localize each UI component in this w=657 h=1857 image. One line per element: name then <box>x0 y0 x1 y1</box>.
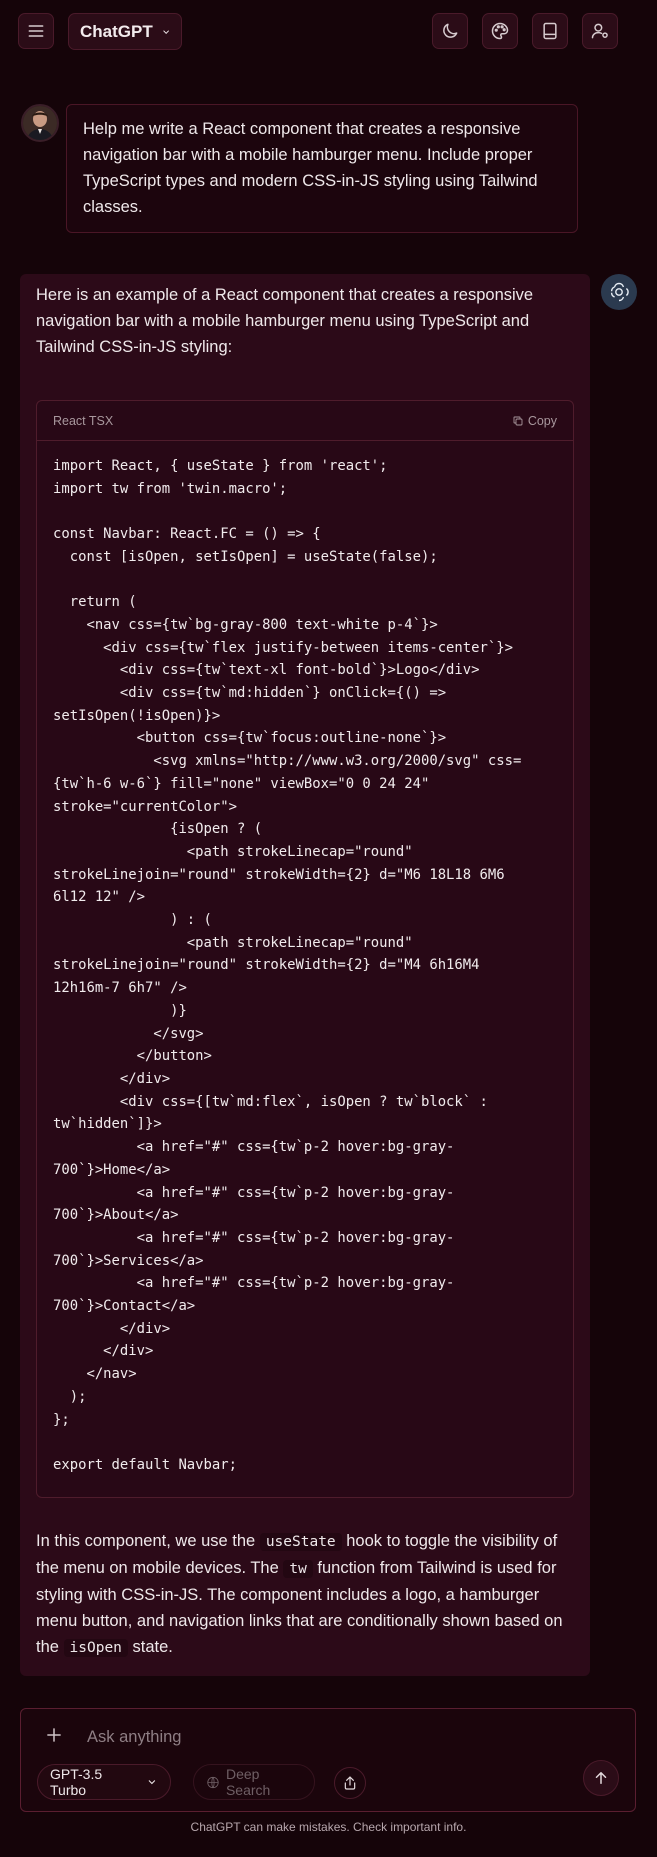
menu-button[interactable] <box>18 13 54 49</box>
code-content: import React, { useState } from 'react';… <box>53 458 522 1473</box>
assistant-outro-text: In this component, we use the useState h… <box>36 1528 576 1661</box>
inline-code-tw: tw <box>283 1560 313 1578</box>
theme-toggle-button[interactable] <box>432 13 468 49</box>
chevron-down-icon <box>162 29 169 34</box>
user-avatar-image <box>23 106 57 140</box>
arrow-up-icon <box>595 1772 607 1784</box>
library-button[interactable] <box>532 13 568 49</box>
copy-code-button[interactable]: Copy <box>512 414 557 428</box>
assistant-message: Here is an example of a React component … <box>20 274 590 1676</box>
globe-icon <box>207 1776 219 1788</box>
palette-icon <box>491 22 509 40</box>
share-button[interactable] <box>334 1767 366 1799</box>
message-composer: GPT-3.5 Turbo Deep Search <box>20 1708 636 1812</box>
message-input[interactable] <box>85 1723 529 1751</box>
user-message: Help me write a React component that cre… <box>66 104 578 233</box>
openai-logo-icon <box>610 282 629 302</box>
code-block-header: React TSX Copy <box>37 401 573 441</box>
send-button[interactable] <box>583 1760 619 1796</box>
user-avatar <box>21 104 59 142</box>
top-bar: ChatGPT <box>0 0 657 64</box>
disclaimer-text: ChatGPT can make mistakes. Check importa… <box>190 1820 467 1834</box>
model-selector-button[interactable]: ChatGPT <box>68 13 182 50</box>
copy-label: Copy <box>527 413 557 428</box>
inline-code-usestate: useState <box>259 1533 342 1551</box>
chevron-down-icon <box>148 1780 156 1785</box>
code-block: React TSX Copy import React, { useState … <box>36 400 574 1498</box>
moon-icon <box>443 23 458 38</box>
book-icon <box>543 22 557 40</box>
assistant-intro-text: Here is an example of a React component … <box>36 286 534 356</box>
model-select-pill[interactable]: GPT-3.5 Turbo <box>37 1764 171 1800</box>
inline-code-isopen: isOpen <box>63 1639 128 1657</box>
menu-icon <box>28 25 44 37</box>
user-settings-icon <box>591 23 608 39</box>
app-title: ChatGPT <box>80 21 153 41</box>
share-icon <box>344 1776 356 1790</box>
model-pill-label: GPT-3.5 Turbo <box>50 1766 103 1798</box>
code-language-label: React TSX <box>53 413 114 428</box>
outro-text-4: state. <box>127 1638 173 1656</box>
account-button[interactable] <box>582 13 618 49</box>
palette-button[interactable] <box>482 13 518 49</box>
plus-icon <box>47 1728 61 1742</box>
outro-text-1: In this component, we use the <box>36 1532 260 1550</box>
assistant-avatar <box>601 274 637 310</box>
copy-icon <box>513 416 523 425</box>
deep-search-label: Deep Search <box>225 1766 271 1798</box>
deep-search-button[interactable]: Deep Search <box>193 1764 315 1800</box>
add-attachment-button[interactable] <box>44 1725 64 1745</box>
